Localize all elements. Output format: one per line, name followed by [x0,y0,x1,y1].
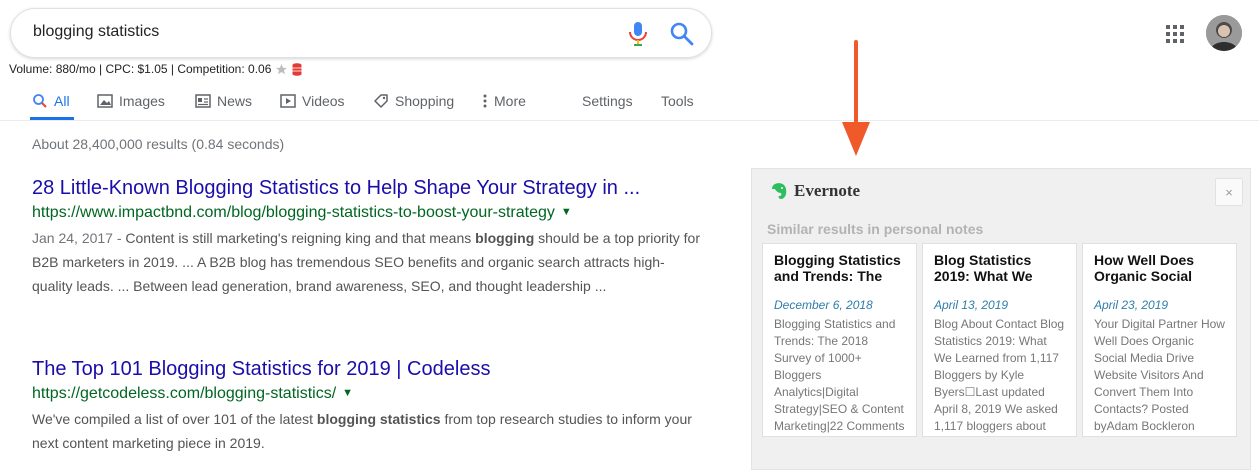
tab-videos-label: Videos [302,93,345,109]
tab-news-label: News [217,93,253,109]
result-title-link[interactable]: The Top 101 Blogging Statistics for 2019… [32,356,702,382]
star-icon[interactable] [275,63,288,76]
snippet-highlight: blogging statistics [316,411,441,427]
search-tabs: All Images News Videos Shopping More Set… [0,82,1259,121]
tab-all-label: All [54,93,70,109]
similar-results-heading: Similar results in personal notes [767,221,984,237]
note-excerpt: Your Digital Partner How Well Does Organ… [1094,317,1225,433]
tab-shopping-label: Shopping [395,93,455,109]
microphone-icon[interactable] [627,21,649,47]
tag-icon [374,94,388,108]
note-title: How Well Does Organic Social [1094,252,1195,284]
snippet-text: Content is still marketing's reigning ki… [125,230,476,246]
close-button[interactable]: × [1215,178,1243,206]
note-excerpt: Blogging Statistics and Trends: The 2018… [774,317,905,433]
result-date: Jan 24, 2017 - [32,230,126,246]
result-title-link[interactable]: 28 Little-Known Blogging Statistics to H… [32,175,702,201]
newspaper-icon [195,94,211,108]
dropdown-caret-icon[interactable]: ▼ [561,206,572,218]
evernote-elephant-icon [772,183,787,199]
note-excerpt: Blog About Contact Blog Statistics 2019:… [934,317,1065,433]
search-icon[interactable] [669,21,695,47]
tab-news[interactable]: News [195,88,252,114]
snippet-text: We've compiled a list of over 101 of the… [32,411,317,427]
active-tab-indicator [30,117,74,120]
play-icon [280,94,296,108]
note-date: April 13, 2019 [934,298,1009,312]
result-url[interactable]: https://getcodeless.com/blogging-statist… [32,382,702,407]
search-input[interactable]: blogging statistics [33,23,159,41]
more-vertical-icon [483,94,487,108]
result-url[interactable]: https://www.impactbnd.com/blog/blogging-… [32,201,702,226]
note-date: December 6, 2018 [774,298,873,312]
tab-settings[interactable]: Settings [582,88,633,114]
tab-settings-label: Settings [582,93,633,109]
result-url-text: https://getcodeless.com/blogging-statist… [32,385,337,402]
dropdown-caret-icon[interactable]: ▼ [342,387,353,399]
note-title: Blogging Statistics and Trends: The [774,252,901,284]
tab-images-label: Images [119,93,165,109]
snippet-highlight: blogging [475,230,535,246]
avatar[interactable] [1206,15,1242,51]
image-icon [97,94,113,108]
evernote-panel: Evernote × Similar results in personal n… [751,168,1251,470]
keyword-stats-text: Volume: 880/mo | CPC: $1.05 | Competitio… [9,62,272,76]
search-result: 28 Little-Known Blogging Statistics to H… [32,175,702,298]
tab-more-label: More [494,93,526,109]
tab-images[interactable]: Images [97,88,165,114]
search-results-page: blogging statistics Volume: 880/mo | CPC… [0,0,1259,470]
search-box[interactable]: blogging statistics [10,8,712,58]
search-result: The Top 101 Blogging Statistics for 2019… [32,356,702,455]
result-snippet: Jan 24, 2017 - Content is still marketin… [32,226,702,298]
tab-all[interactable]: All [32,88,70,114]
evernote-logo: Evernote [794,181,861,200]
note-card[interactable]: Blogging Statistics and Trends: The Dece… [762,243,917,437]
result-snippet: We've compiled a list of over 101 of the… [32,407,702,455]
tab-more[interactable]: More [482,88,526,114]
note-title: Blog Statistics 2019: What We [934,252,1033,284]
user-photo-icon [1206,15,1242,51]
tab-videos[interactable]: Videos [280,88,345,114]
result-url-text: https://www.impactbnd.com/blog/blogging-… [32,204,555,221]
note-card[interactable]: Blog Statistics 2019: What We April 13, … [922,243,1077,437]
note-card[interactable]: How Well Does Organic Social April 23, 2… [1082,243,1237,437]
note-cards: Blogging Statistics and Trends: The Dece… [762,243,1237,437]
evernote-header: Evernote [770,181,860,201]
tab-shopping[interactable]: Shopping [373,88,454,114]
database-icon[interactable] [292,62,302,76]
arrow-down-icon [842,40,870,156]
tab-tools[interactable]: Tools [661,88,694,114]
search-icon [33,94,47,108]
apps-grid-icon[interactable] [1165,24,1185,44]
note-date: April 23, 2019 [1094,298,1169,312]
result-stats: About 28,400,000 results (0.84 seconds) [32,136,285,152]
tab-tools-label: Tools [661,93,694,109]
keyword-stats-bar: Volume: 880/mo | CPC: $1.05 | Competitio… [9,62,302,76]
